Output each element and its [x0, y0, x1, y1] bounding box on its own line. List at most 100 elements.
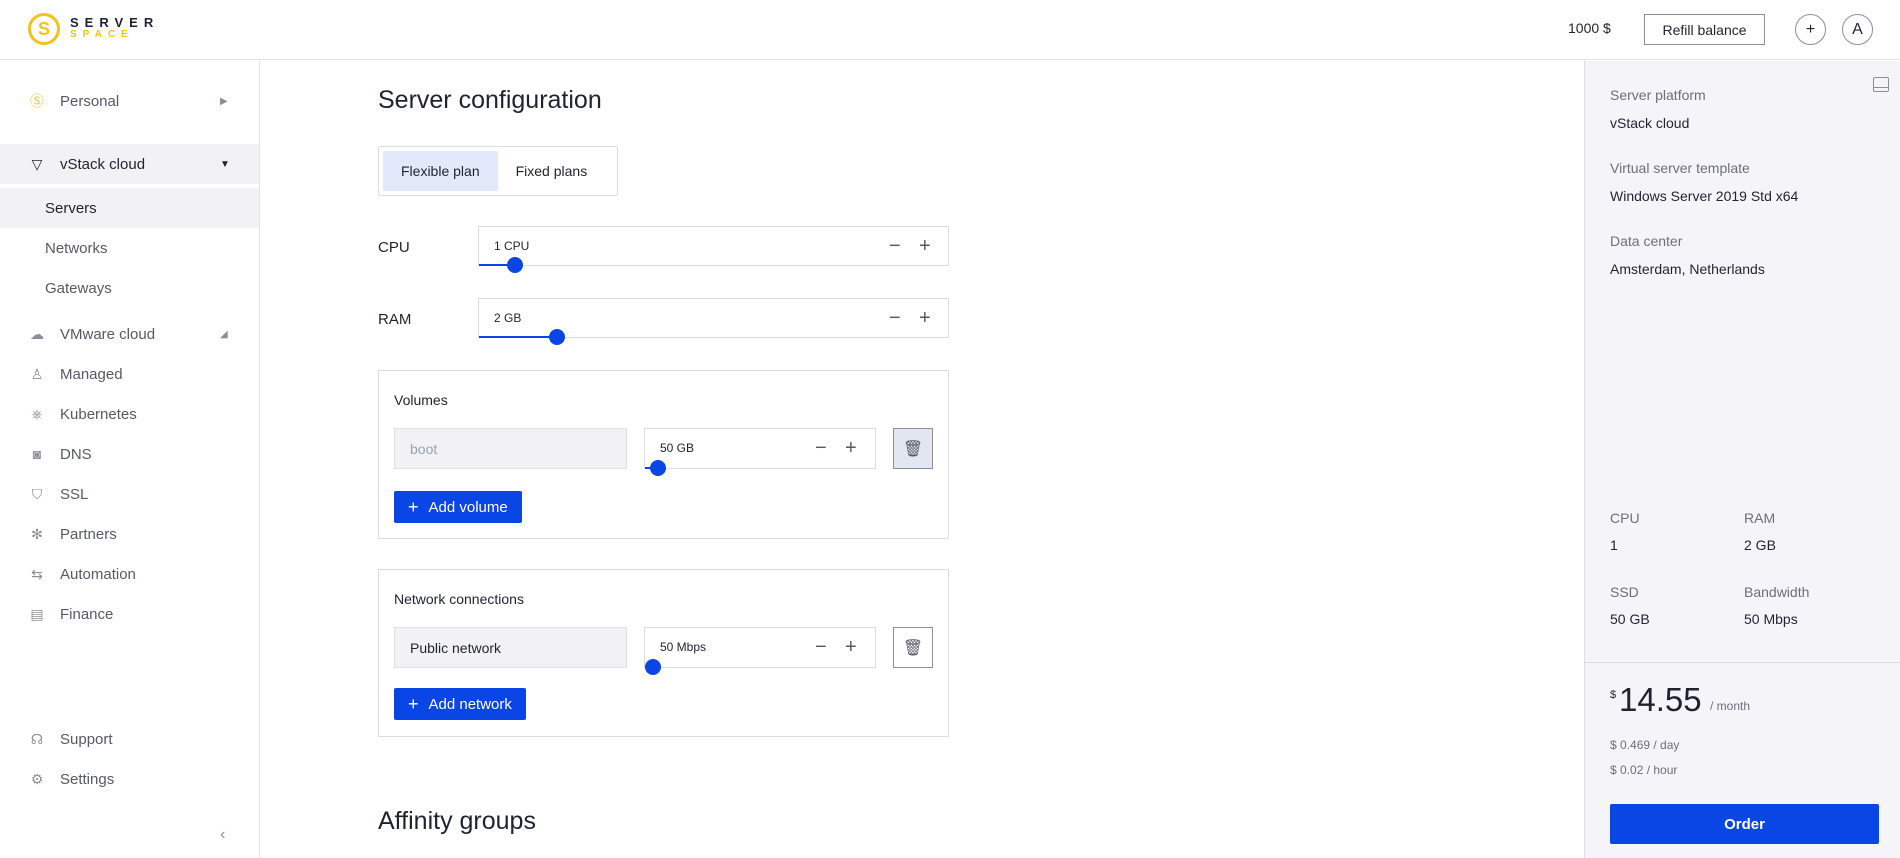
server-platform-value: vStack cloud: [1610, 115, 1690, 131]
sidebar-item-kubernetes[interactable]: ⎈ Kubernetes: [0, 394, 259, 434]
page-title: Server configuration: [378, 86, 602, 114]
bandwidth-increment-button[interactable]: +: [845, 634, 857, 660]
ram-slider-thumb[interactable]: [549, 329, 565, 345]
bandwidth-value: 50 Mbps: [660, 640, 707, 654]
datacenter-label: Data center: [1610, 233, 1683, 249]
sidebar-item-personal[interactable]: Ⓢ Personal ▶: [0, 81, 259, 121]
caret-down-icon: ▼: [220, 158, 230, 170]
ram-slider-track: [479, 336, 557, 338]
caret-corner-icon: ◢: [220, 328, 228, 340]
tab-flexible-plan[interactable]: Flexible plan: [383, 151, 498, 191]
tab-fixed-plans[interactable]: Fixed plans: [498, 151, 606, 191]
sidebar-item-settings[interactable]: ⚙ Settings: [0, 759, 259, 799]
ram-increment-button[interactable]: +: [919, 305, 931, 331]
sidebar-item-gateways[interactable]: Gateways: [0, 268, 259, 308]
sidebar-item-vmware-cloud[interactable]: ☁ VMware cloud ◢: [0, 314, 259, 354]
dns-icon: ◙: [32, 446, 42, 462]
delete-network-button[interactable]: 🗑: [893, 627, 933, 668]
logo-text-line2: SPACE: [70, 29, 134, 40]
template-label: Virtual server template: [1610, 160, 1750, 176]
cpu-slider-thumb[interactable]: [507, 257, 523, 273]
volume-size-stepper[interactable]: 50 GB − +: [644, 428, 876, 476]
bandwidth-decrement-button[interactable]: −: [815, 634, 827, 660]
volumes-panel: Volumes boot 50 GB − + 🗑 + Add volume: [378, 370, 949, 539]
managed-icon: ♙: [30, 365, 44, 382]
volume-increment-button[interactable]: +: [845, 435, 857, 461]
spec-ssd-label: SSD: [1610, 584, 1639, 600]
panel-toggle-icon[interactable]: [1873, 77, 1889, 92]
sidebar-item-vstack-cloud[interactable]: ▽ vStack cloud ▼: [0, 144, 259, 184]
ram-decrement-button[interactable]: −: [889, 305, 901, 331]
server-platform-label: Server platform: [1610, 87, 1706, 103]
network-name-field: Public network: [394, 627, 627, 668]
user-avatar-button[interactable]: A: [1842, 14, 1873, 45]
price-per-day: $ 0.469 / day: [1610, 738, 1680, 752]
kubernetes-icon: ⎈: [31, 405, 43, 422]
volumes-title: Volumes: [394, 392, 448, 408]
datacenter-value: Amsterdam, Netherlands: [1610, 261, 1765, 277]
caret-right-icon: ▶: [220, 95, 228, 107]
price-per-hour: $ 0.02 / hour: [1610, 763, 1678, 777]
sidebar-item-networks[interactable]: Networks: [0, 228, 259, 268]
cpu-increment-button[interactable]: +: [919, 233, 931, 259]
order-button[interactable]: Order: [1610, 804, 1879, 844]
sidebar-item-dns[interactable]: ◙ DNS: [0, 434, 259, 474]
plus-icon: +: [408, 496, 419, 517]
spec-ram-label: RAM: [1744, 510, 1776, 526]
price-per-month: 14.55: [1619, 681, 1702, 718]
serverspace-logo[interactable]: S SERVER SPACE: [28, 13, 159, 45]
ram-stepper[interactable]: 2 GB − +: [478, 298, 949, 345]
volume-slider-thumb[interactable]: [650, 460, 666, 476]
plus-icon: +: [408, 693, 419, 714]
cloud-icon: ☁: [30, 325, 44, 342]
volume-decrement-button[interactable]: −: [815, 435, 827, 461]
serverspace-logo-icon: Ⓢ: [30, 93, 44, 109]
sidebar-item-ssl[interactable]: ⛉ SSL: [0, 474, 259, 514]
bandwidth-stepper[interactable]: 50 Mbps − +: [644, 627, 876, 675]
logo-text-line1: SERVER: [70, 15, 160, 30]
price-period: / month: [1710, 699, 1751, 713]
delete-volume-button[interactable]: 🗑: [893, 428, 933, 469]
spec-cpu-label: CPU: [1610, 510, 1640, 526]
logo-mark-icon: S: [28, 13, 60, 45]
plan-tabs: Flexible plan Fixed plans: [378, 146, 618, 196]
network-connections-panel: Network connections Public network 50 Mb…: [378, 569, 949, 737]
chevron-left-icon: ‹: [220, 826, 226, 843]
refill-balance-button[interactable]: Refill balance: [1644, 14, 1765, 45]
sidebar-item-finance[interactable]: ▤ Finance: [0, 594, 259, 634]
add-button[interactable]: +: [1795, 14, 1826, 45]
spec-bandwidth-value: 50 Mbps: [1744, 611, 1798, 627]
volume-size-value: 50 GB: [660, 441, 695, 455]
partners-icon: ✻: [31, 525, 43, 542]
add-volume-button[interactable]: + Add volume: [394, 491, 522, 523]
headset-icon: ☊: [30, 730, 44, 747]
sidebar-item-servers[interactable]: Servers: [0, 188, 259, 228]
cpu-value: 1 CPU: [494, 239, 530, 253]
order-summary-panel: Server platform vStack cloud Virtual ser…: [1584, 61, 1900, 858]
sidebar-item-managed[interactable]: ♙ Managed: [0, 354, 259, 394]
account-balance: 1000 $: [1568, 20, 1611, 36]
sidebar-item-support[interactable]: ☊ Support: [0, 719, 259, 759]
collapse-sidebar-button[interactable]: ‹: [220, 826, 225, 844]
bandwidth-slider-thumb[interactable]: [645, 659, 661, 675]
add-network-button[interactable]: + Add network: [394, 688, 526, 720]
trash-icon: 🗑: [902, 639, 924, 657]
sidebar: Ⓢ Personal ▶ ▽ vStack cloud ▼ Servers Ne…: [0, 61, 260, 858]
gear-icon: ⚙: [30, 770, 44, 787]
sidebar-item-automation[interactable]: ⇆ Automation: [0, 554, 259, 594]
sidebar-item-partners[interactable]: ✻ Partners: [0, 514, 259, 554]
cpu-label: CPU: [378, 239, 410, 256]
price-currency: $: [1610, 689, 1617, 701]
cpu-stepper[interactable]: 1 CPU − +: [478, 226, 949, 273]
spec-bandwidth-label: Bandwidth: [1744, 584, 1810, 600]
spec-ram-value: 2 GB: [1744, 537, 1776, 553]
network-connections-title: Network connections: [394, 591, 524, 607]
arrows-icon: ⇆: [31, 565, 43, 582]
cpu-decrement-button[interactable]: −: [889, 233, 901, 259]
vstack-icon: ▽: [31, 155, 43, 172]
summary-divider: [1585, 662, 1900, 663]
spec-ssd-value: 50 GB: [1610, 611, 1650, 627]
ram-value: 2 GB: [494, 311, 522, 325]
volume-name-input[interactable]: boot: [394, 428, 627, 469]
document-icon: ▤: [30, 605, 44, 622]
